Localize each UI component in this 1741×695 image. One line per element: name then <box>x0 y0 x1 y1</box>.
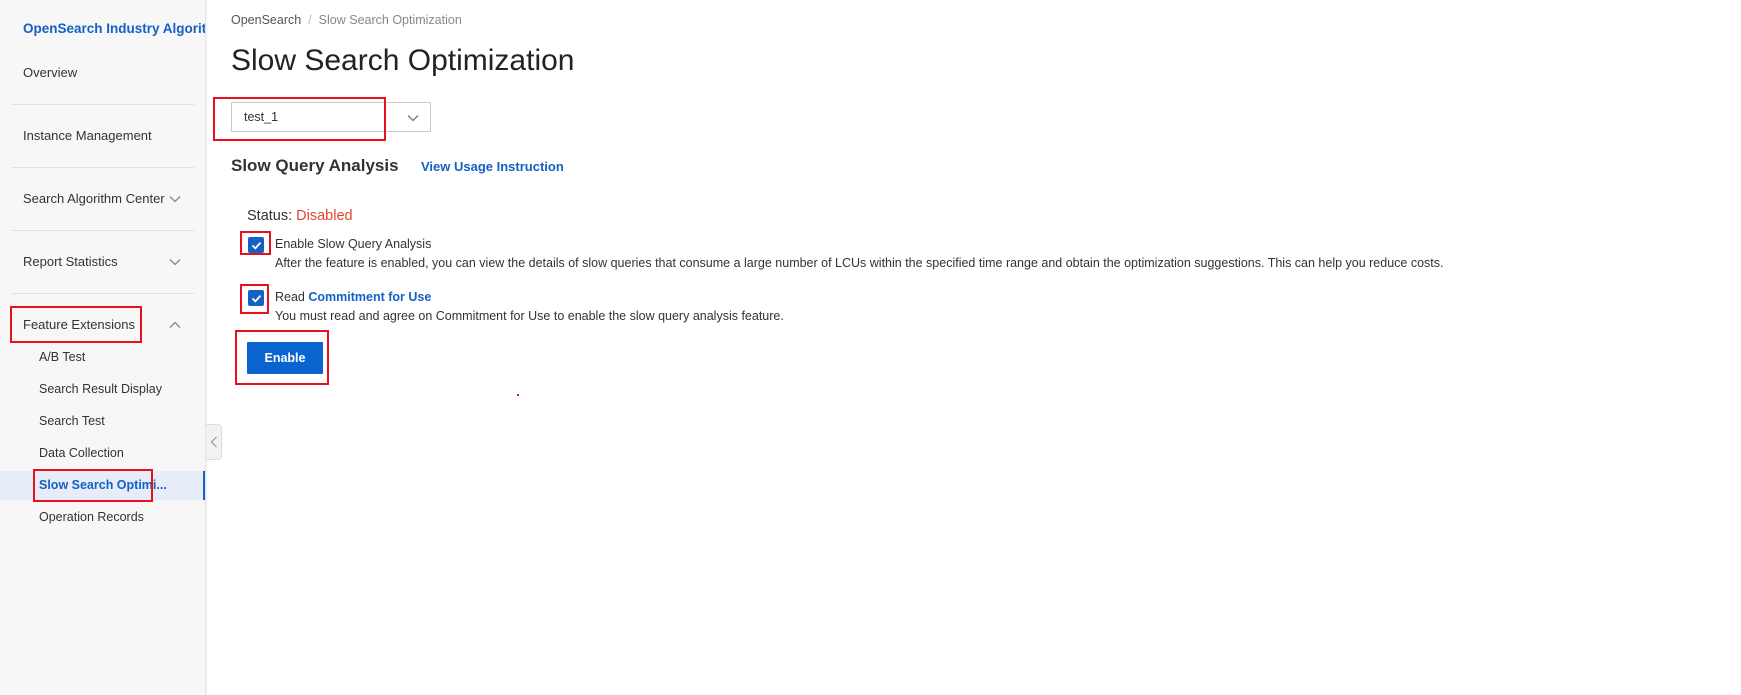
sidebar-product-title[interactable]: OpenSearch Industry Algorithm <box>23 21 205 36</box>
instance-select[interactable]: test_1 <box>231 102 431 132</box>
sidebar-subitem-slow-search-optimization[interactable]: Slow Search Optimi... <box>39 478 167 492</box>
commitment-label: Read Commitment for Use <box>275 290 431 304</box>
instance-select-value: test_1 <box>244 110 279 124</box>
page-title: Slow Search Optimization <box>231 44 575 77</box>
commitment-for-use-link[interactable]: Commitment for Use <box>308 290 431 304</box>
commitment-checkbox[interactable] <box>248 290 264 306</box>
sidebar-divider <box>12 230 194 231</box>
chevron-up-icon[interactable] <box>168 318 182 332</box>
section-title: Slow Query Analysis <box>231 156 399 175</box>
sidebar-active-indicator <box>203 471 205 500</box>
chevron-left-icon <box>210 436 217 448</box>
breadcrumb: OpenSearch / Slow Search Optimization <box>231 13 462 27</box>
sidebar-divider <box>12 293 194 294</box>
sidebar-subitem-data-collection[interactable]: Data Collection <box>39 446 124 460</box>
commitment-description: You must read and agree on Commitment fo… <box>275 309 784 323</box>
annotation-dot <box>517 394 519 396</box>
sidebar-item-search-algorithm-center[interactable]: Search Algorithm Center <box>23 191 165 206</box>
checkmark-icon <box>251 241 261 250</box>
view-usage-instruction-link[interactable]: View Usage Instruction <box>421 159 564 174</box>
sidebar-item-overview[interactable]: Overview <box>23 65 77 80</box>
breadcrumb-separator: / <box>308 13 312 27</box>
sidebar-subitem-operation-records[interactable]: Operation Records <box>39 510 144 524</box>
chevron-down-icon[interactable] <box>168 255 182 269</box>
sidebar-collapse-handle[interactable] <box>206 424 222 460</box>
sidebar-subitem-ab-test[interactable]: A/B Test <box>39 350 85 364</box>
sidebar-divider <box>12 104 194 105</box>
enable-slow-query-description: After the feature is enabled, you can vi… <box>275 256 1444 270</box>
status-label: Status: <box>247 208 293 224</box>
chevron-down-icon[interactable] <box>168 192 182 206</box>
enable-slow-query-label: Enable Slow Query Analysis <box>275 237 432 251</box>
chevron-down-icon <box>406 111 420 125</box>
sidebar-item-report-statistics[interactable]: Report Statistics <box>23 254 118 269</box>
sidebar-item-feature-extensions[interactable]: Feature Extensions <box>23 317 135 332</box>
sidebar-subitem-search-result-display[interactable]: Search Result Display <box>39 382 162 396</box>
status-line: Status: Disabled <box>247 208 353 224</box>
enable-button[interactable]: Enable <box>247 342 323 374</box>
checkmark-icon <box>251 294 261 303</box>
sidebar: OpenSearch Industry Algorithm Overview I… <box>0 0 206 695</box>
status-value: Disabled <box>296 208 353 224</box>
commitment-label-prefix: Read <box>275 290 305 304</box>
breadcrumb-item-current: Slow Search Optimization <box>318 13 462 27</box>
sidebar-subitem-search-test[interactable]: Search Test <box>39 414 105 428</box>
sidebar-divider <box>12 167 194 168</box>
breadcrumb-item-opensearch[interactable]: OpenSearch <box>231 13 301 27</box>
enable-slow-query-checkbox[interactable] <box>248 237 264 253</box>
sidebar-item-instance-management[interactable]: Instance Management <box>23 128 152 143</box>
